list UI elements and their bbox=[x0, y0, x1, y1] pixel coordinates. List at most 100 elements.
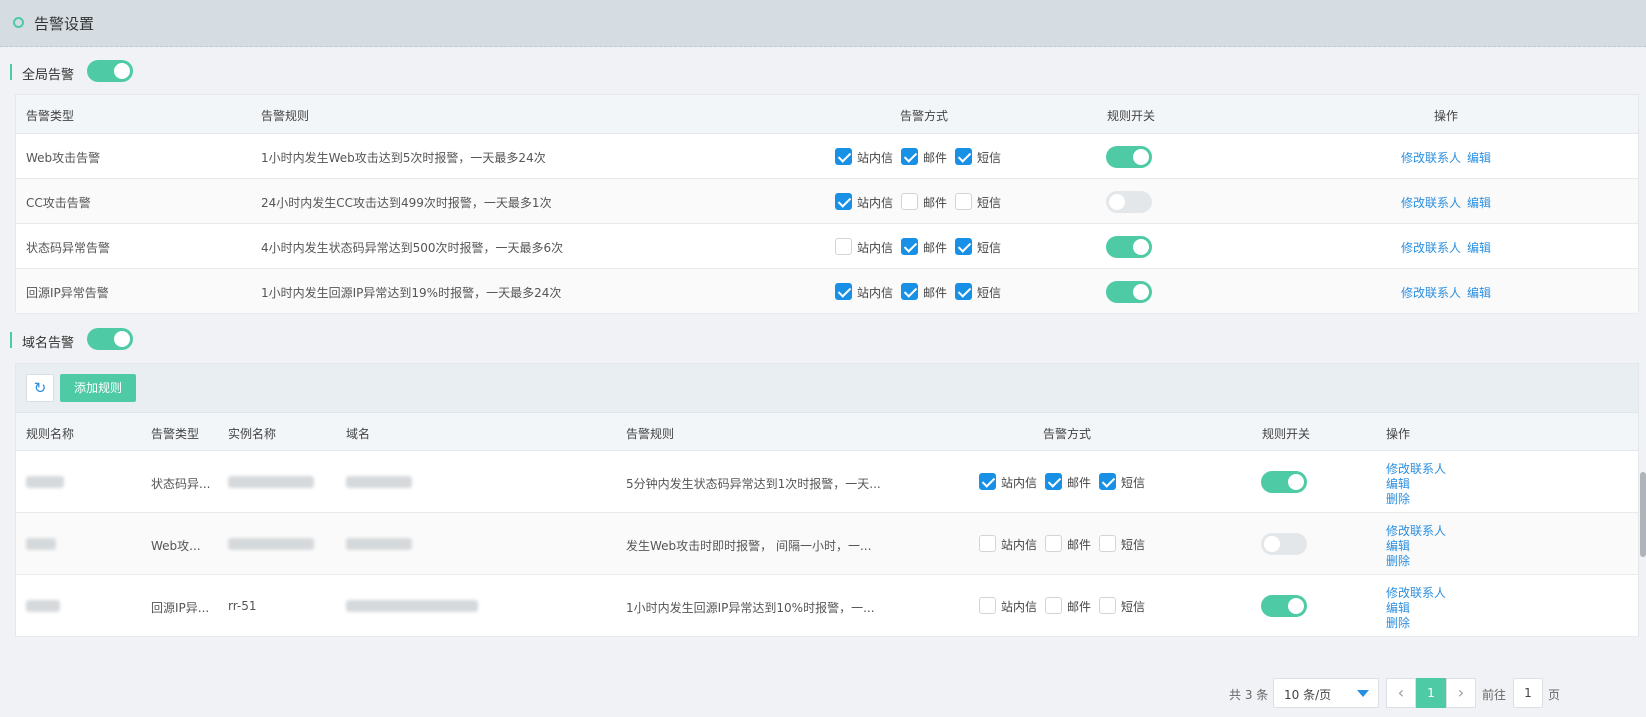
checkbox-sms-label: 短信 bbox=[1121, 600, 1146, 614]
rule-name-redacted bbox=[26, 476, 64, 488]
checkbox-mail[interactable] bbox=[901, 283, 918, 300]
rule-switch[interactable] bbox=[1106, 191, 1152, 213]
modify-contact-link[interactable]: 修改联系人 bbox=[1401, 284, 1461, 301]
alert-type-cell: 状态码异常告警 bbox=[26, 241, 111, 255]
next-page-button[interactable]: › bbox=[1446, 678, 1476, 708]
page-title: 告警设置 bbox=[34, 15, 95, 33]
alert-rule-cell: 1小时内发生Web攻击达到5次时报警，一天最多24次 bbox=[261, 151, 546, 165]
checkbox-sms[interactable] bbox=[1099, 535, 1116, 552]
rule-switch[interactable] bbox=[1261, 533, 1307, 555]
table-row: 状态码异常告警 4小时内发生状态码异常达到500次时报警，一天最多6次 站内信 邮件 短… bbox=[16, 224, 1638, 269]
alert-rule-cell: 5分钟内发生状态码异常达到1次时报警，一天... bbox=[626, 477, 881, 491]
domain-redacted bbox=[346, 538, 412, 550]
col-alert-rule: 告警规则 bbox=[261, 109, 310, 123]
checkbox-sms[interactable] bbox=[955, 148, 972, 165]
checkbox-site[interactable] bbox=[835, 283, 852, 300]
rule-switch[interactable] bbox=[1261, 595, 1307, 617]
rule-name-redacted bbox=[26, 538, 56, 550]
checkbox-sms[interactable] bbox=[1099, 597, 1116, 614]
section-bar bbox=[10, 332, 12, 348]
alert-type-cell: Web攻击告警 bbox=[26, 151, 101, 165]
alert-type-cell: CC攻击告警 bbox=[26, 196, 91, 210]
delete-link[interactable]: 删除 bbox=[1386, 490, 1410, 507]
col-alert-method: 告警方式 bbox=[1043, 427, 1092, 441]
checkbox-site[interactable] bbox=[979, 597, 996, 614]
checkbox-mail[interactable] bbox=[901, 148, 918, 165]
rule-switch[interactable] bbox=[1106, 236, 1152, 258]
instance-name-redacted bbox=[228, 476, 314, 488]
page-number-current[interactable]: 1 bbox=[1416, 678, 1446, 708]
checkbox-mail-label: 邮件 bbox=[1067, 600, 1092, 614]
checkbox-site[interactable] bbox=[979, 473, 996, 490]
checkbox-site-label: 站内信 bbox=[857, 151, 894, 165]
alert-rule-cell: 1小时内发生回源IP异常达到10%时报警，一... bbox=[626, 601, 875, 615]
col-actions: 操作 bbox=[1386, 427, 1411, 441]
checkbox-mail[interactable] bbox=[901, 238, 918, 255]
checkbox-sms[interactable] bbox=[955, 238, 972, 255]
edit-link[interactable]: 编辑 bbox=[1467, 194, 1491, 211]
refresh-button[interactable]: ↻ bbox=[26, 374, 54, 402]
rule-switch[interactable] bbox=[1261, 471, 1307, 493]
col-alert-type: 告警类型 bbox=[26, 109, 75, 123]
instance-name-redacted bbox=[228, 538, 314, 550]
domain-alert-section: 域名告警 bbox=[10, 328, 140, 352]
prev-page-button[interactable]: ‹ bbox=[1386, 678, 1416, 708]
col-rule-switch: 规则开关 bbox=[1107, 109, 1156, 123]
checkbox-site[interactable] bbox=[835, 238, 852, 255]
table-row: 回源IP异常告警 1小时内发生回源IP异常达到19%时报警，一天最多24次 站内信 邮… bbox=[16, 269, 1638, 314]
modify-contact-link[interactable]: 修改联系人 bbox=[1401, 149, 1461, 166]
circle-icon bbox=[13, 17, 24, 28]
alert-rule-cell: 24小时内发生CC攻击达到499次时报警，一天最多1次 bbox=[261, 196, 552, 210]
refresh-icon: ↻ bbox=[33, 379, 47, 397]
delete-link[interactable]: 删除 bbox=[1386, 552, 1410, 569]
checkbox-mail[interactable] bbox=[1045, 473, 1062, 490]
table-row: CC攻击告警 24小时内发生CC攻击达到499次时报警，一天最多1次 站内信 邮件 短信… bbox=[16, 179, 1638, 224]
checkbox-site-label: 站内信 bbox=[1001, 538, 1038, 552]
checkbox-sms[interactable] bbox=[955, 193, 972, 210]
alert-type-cell: 状态码异... bbox=[151, 477, 211, 491]
instance-name-cell: rr-51 bbox=[228, 599, 257, 613]
checkbox-sms-label: 短信 bbox=[1121, 476, 1146, 490]
chevron-left-icon: ‹ bbox=[1397, 683, 1405, 702]
checkbox-site-label: 站内信 bbox=[1001, 476, 1038, 490]
global-alert-table: 告警类型 告警规则 告警方式 规则开关 操作 Web攻击告警 1小时内发生Web攻… bbox=[15, 94, 1639, 314]
scrollbar-thumb[interactable] bbox=[1640, 472, 1646, 557]
checkbox-mail[interactable] bbox=[1045, 597, 1062, 614]
alert-rule-cell: 4小时内发生状态码异常达到500次时报警，一天最多6次 bbox=[261, 241, 564, 255]
rule-switch[interactable] bbox=[1106, 281, 1152, 303]
checkbox-mail[interactable] bbox=[1045, 535, 1062, 552]
edit-link[interactable]: 编辑 bbox=[1467, 239, 1491, 256]
col-actions: 操作 bbox=[1434, 109, 1459, 123]
col-alert-rule: 告警规则 bbox=[626, 427, 675, 441]
rule-switch[interactable] bbox=[1106, 146, 1152, 168]
global-alert-section: 全局告警 bbox=[10, 60, 140, 84]
delete-link[interactable]: 删除 bbox=[1386, 614, 1410, 631]
checkbox-sms-label: 短信 bbox=[977, 196, 1002, 210]
edit-link[interactable]: 编辑 bbox=[1467, 284, 1491, 301]
checkbox-sms[interactable] bbox=[1099, 473, 1116, 490]
modify-contact-link[interactable]: 修改联系人 bbox=[1401, 194, 1461, 211]
checkbox-site-label: 站内信 bbox=[1001, 600, 1038, 614]
table-row: 状态码异... 5分钟内发生状态码异常达到1次时报警，一天... 站内信 邮件 短信 修改… bbox=[16, 451, 1638, 513]
goto-page-input[interactable]: 1 bbox=[1513, 678, 1543, 708]
alert-type-cell: 回源IP异... bbox=[151, 601, 210, 615]
checkbox-sms[interactable] bbox=[955, 283, 972, 300]
chevron-right-icon: › bbox=[1457, 683, 1465, 702]
alert-type-cell: Web攻... bbox=[151, 539, 201, 553]
domain-redacted bbox=[346, 600, 478, 612]
edit-link[interactable]: 编辑 bbox=[1467, 149, 1491, 166]
col-alert-method: 告警方式 bbox=[900, 109, 949, 123]
page-size-select[interactable]: 10 条/页 bbox=[1273, 678, 1379, 708]
global-alert-switch[interactable] bbox=[87, 60, 133, 82]
checkbox-site[interactable] bbox=[835, 193, 852, 210]
checkbox-mail[interactable] bbox=[901, 193, 918, 210]
modify-contact-link[interactable]: 修改联系人 bbox=[1401, 239, 1461, 256]
col-alert-type: 告警类型 bbox=[151, 427, 200, 441]
checkbox-sms-label: 短信 bbox=[977, 241, 1002, 255]
domain-alert-switch[interactable] bbox=[87, 328, 133, 350]
checkbox-site[interactable] bbox=[835, 148, 852, 165]
alert-rule-cell: 发生Web攻击时即时报警， 间隔一小时，一... bbox=[626, 539, 872, 553]
col-rule-switch: 规则开关 bbox=[1262, 427, 1311, 441]
add-rule-button[interactable]: 添加规则 bbox=[60, 374, 136, 402]
checkbox-site[interactable] bbox=[979, 535, 996, 552]
